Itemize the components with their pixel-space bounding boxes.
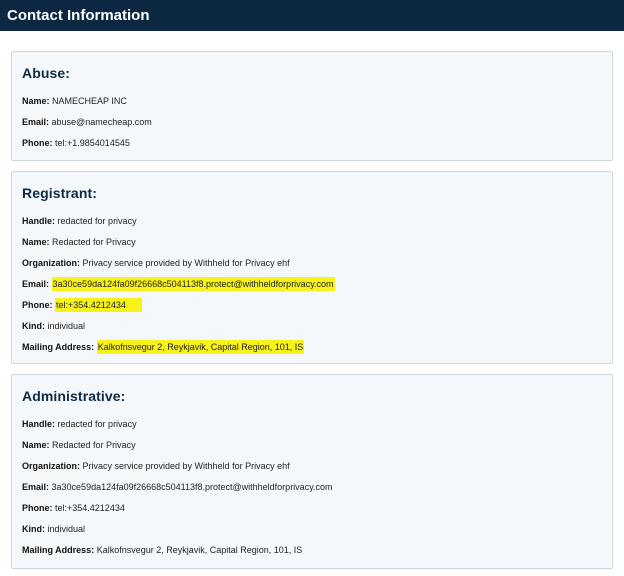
admin-kind-row: Kind: individual — [22, 524, 612, 535]
field-label: Phone: — [22, 503, 53, 513]
admin-email-row: Email: 3a30ce59da124fa09f26668c504113f8.… — [22, 482, 612, 493]
field-label: Kind: — [22, 524, 45, 534]
abuse-phone-row: Phone: tel:+1.9854014545 — [22, 138, 612, 149]
registrant-name-row: Name: Redacted for Privacy — [22, 237, 612, 248]
field-label: Email: — [22, 482, 50, 492]
admin-handle-row: Handle: redacted for privacy — [22, 419, 612, 430]
abuse-section-title: Abuse: — [22, 65, 71, 81]
field-value: Privacy service provided by Withheld for… — [82, 461, 290, 471]
administrative-section-title: Administrative: — [22, 388, 126, 404]
field-value: redacted for privacy — [57, 419, 137, 429]
field-label: Phone: — [22, 138, 53, 148]
registrant-organization-row: Organization: Privacy service provided b… — [22, 258, 612, 269]
field-value: Redacted for Privacy — [52, 237, 136, 247]
field-label: Name: — [22, 440, 50, 450]
registrant-kind-row: Kind: individual — [22, 321, 612, 332]
abuse-name-row: Name: NAMECHEAP INC — [22, 96, 612, 107]
admin-email-value[interactable]: 3a30ce59da124fa09f26668c504113f8.protect… — [52, 482, 333, 492]
registrant-phone-row: Phone: tel:+354.4212434 — [22, 298, 612, 312]
administrative-section: Administrative: Handle: redacted for pri… — [11, 374, 613, 569]
registrant-email-value-highlighted[interactable]: 3a30ce59da124fa09f26668c504113f8.protect… — [51, 277, 335, 291]
registrant-section: Registrant: Handle: redacted for privacy… — [11, 171, 613, 364]
admin-name-row: Name: Redacted for Privacy — [22, 440, 612, 451]
admin-phone-value[interactable]: tel:+354.4212434 — [55, 503, 125, 513]
admin-address-row: Mailing Address: Kalkofnsvegur 2, Reykja… — [22, 545, 612, 556]
contact-information-panel: Contact Information Abuse: Name: NAMECHE… — [0, 0, 624, 576]
field-label: Phone: — [22, 300, 53, 310]
field-value: NAMECHEAP INC — [52, 96, 127, 106]
registrant-email-row: Email: 3a30ce59da124fa09f26668c504113f8.… — [22, 277, 612, 291]
panel-title: Contact Information — [7, 7, 150, 24]
abuse-email-row: Email: abuse@namecheap.com — [22, 117, 612, 128]
field-label: Handle: — [22, 216, 56, 226]
registrant-phone-value-highlighted[interactable]: tel:+354.4212434 — [55, 298, 142, 312]
field-label: Email: — [22, 279, 50, 289]
registrant-section-title: Registrant: — [22, 185, 97, 201]
field-label: Mailing Address: — [22, 545, 95, 555]
abuse-phone-value[interactable]: tel:+1.9854014545 — [55, 138, 130, 148]
field-label: Mailing Address: — [22, 342, 95, 352]
panel-header: Contact Information — [0, 0, 624, 31]
field-value: redacted for privacy — [57, 216, 137, 226]
field-value: individual — [47, 321, 86, 331]
field-label: Handle: — [22, 419, 56, 429]
registrant-handle-row: Handle: redacted for privacy — [22, 216, 612, 227]
field-label: Name: — [22, 237, 50, 247]
registrant-address-row: Mailing Address: Kalkofnsvegur 2, Reykja… — [22, 340, 612, 354]
admin-organization-row: Organization: Privacy service provided b… — [22, 461, 612, 472]
field-label: Email: — [22, 117, 50, 127]
registrant-address-value-highlighted: Kalkofnsvegur 2, Reykjavik, Capital Regi… — [96, 340, 305, 354]
abuse-section: Abuse: Name: NAMECHEAP INC Email: abuse@… — [11, 51, 613, 161]
admin-phone-row: Phone: tel:+354.4212434 — [22, 503, 612, 514]
abuse-email-value[interactable]: abuse@namecheap.com — [52, 117, 152, 127]
contact-sections: Abuse: Name: NAMECHEAP INC Email: abuse@… — [0, 31, 624, 569]
field-value: individual — [47, 524, 86, 534]
field-label: Name: — [22, 96, 50, 106]
field-label: Organization: — [22, 258, 80, 268]
field-value: Kalkofnsvegur 2, Reykjavik, Capital Regi… — [96, 545, 303, 555]
field-label: Kind: — [22, 321, 45, 331]
field-value: Privacy service provided by Withheld for… — [82, 258, 290, 268]
field-label: Organization: — [22, 461, 80, 471]
field-value: Redacted for Privacy — [52, 440, 136, 450]
